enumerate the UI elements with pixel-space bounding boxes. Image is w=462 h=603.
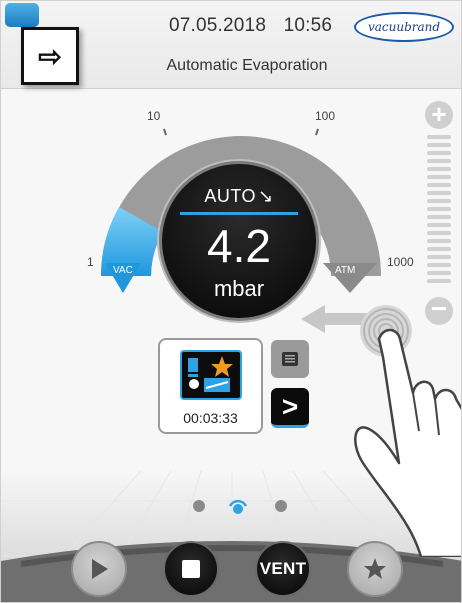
page-indicator	[189, 495, 289, 517]
pressure-value: 4.2	[207, 220, 271, 272]
vac-label: VAC	[113, 265, 133, 276]
start-button[interactable]	[71, 541, 127, 597]
play-icon	[92, 559, 108, 579]
date-text: 07.05.2018	[169, 15, 267, 36]
evaporation-program-icon	[180, 350, 242, 400]
stop-button[interactable]	[163, 541, 219, 597]
scale-label-1000: 1000	[387, 255, 414, 269]
brand-text: vacuubrand	[367, 20, 441, 34]
stop-icon	[182, 560, 200, 578]
vent-label: VENT	[259, 559, 307, 578]
app-screen: 07.05.2018 10:56 vacuubrand Automatic Ev…	[0, 0, 462, 603]
page-dot-active[interactable]	[227, 495, 249, 517]
flask-star-icon	[188, 356, 233, 392]
menu-arrow-button[interactable]: ⇨	[21, 27, 79, 85]
time-text: 10:56	[283, 15, 333, 36]
date-time: 07.05.2018 10:56	[169, 15, 332, 37]
right-arrow-icon: ⇨	[38, 40, 62, 72]
brand-logo: vacuubrand	[354, 12, 454, 42]
program-elapsed-time: 00:03:33	[183, 410, 238, 426]
scale-label-1: 1	[87, 255, 94, 269]
mode-label: AUTO ↘	[162, 186, 316, 207]
mode-text: AUTO	[204, 186, 257, 206]
mode-underline	[180, 212, 298, 215]
plus-icon: +	[431, 99, 447, 129]
increase-button[interactable]: +	[425, 101, 453, 129]
atm-label: ATM	[335, 265, 356, 276]
program-tile[interactable]: 00:03:33	[158, 338, 263, 434]
star-icon	[364, 558, 386, 579]
swipe-gesture-hand-icon	[301, 305, 461, 557]
home-corner-button[interactable]	[5, 3, 39, 27]
setpoint-slider[interactable]	[427, 135, 451, 291]
scale-label-100: 100	[315, 109, 336, 123]
page-dot-1[interactable]	[193, 500, 205, 512]
mode-arrow-icon: ↘	[258, 186, 274, 206]
scale-label-10: 10	[147, 109, 161, 123]
